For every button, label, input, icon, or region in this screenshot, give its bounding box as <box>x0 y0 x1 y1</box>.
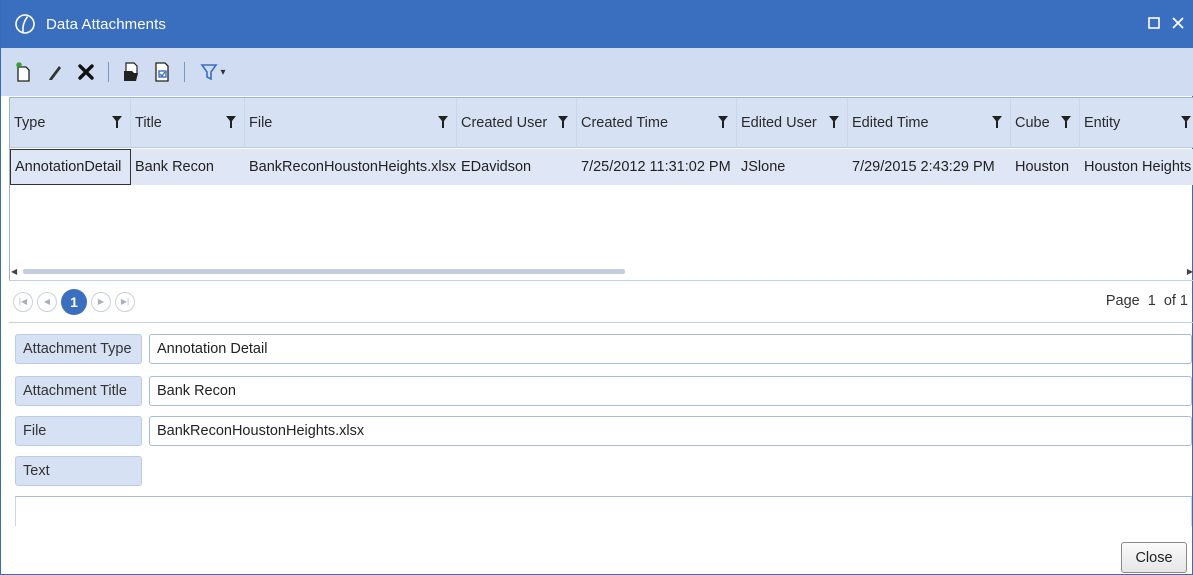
page-number: 1 <box>1147 293 1156 309</box>
current-page-button[interactable]: 1 <box>61 288 87 315</box>
last-page-icon[interactable]: ▶| <box>115 291 135 312</box>
page-label: Page <box>1105 293 1140 309</box>
scrollbar-thumb[interactable] <box>23 269 625 274</box>
divider <box>9 322 1193 323</box>
column-header-label: Entity <box>1084 115 1121 131</box>
column-filter-icon[interactable] <box>718 116 728 128</box>
pager: |◀ ◀ 1 ▶ ▶| Page 1 of 1 <box>9 280 1193 322</box>
file-field[interactable]: BankReconHoustonHeights.xlsx <box>149 416 1192 446</box>
close-icon[interactable] <box>1170 14 1186 32</box>
attachment-type-field[interactable]: Annotation Detail <box>149 334 1192 364</box>
text-area[interactable] <box>15 496 1192 526</box>
filter-icon[interactable]: ▾ <box>196 61 230 83</box>
column-filter-icon[interactable] <box>112 116 122 128</box>
column-header-label: Edited User <box>741 115 817 131</box>
column-header-cube[interactable]: Cube <box>1011 98 1080 148</box>
grid-header: Type Title File Created User Created Tim… <box>10 98 1193 148</box>
column-header-type[interactable]: Type <box>10 98 131 148</box>
column-header-label: Cube <box>1015 115 1050 131</box>
column-header-label: Edited Time <box>852 115 929 131</box>
column-filter-icon[interactable] <box>992 116 1002 128</box>
column-filter-icon[interactable] <box>829 116 839 128</box>
column-header-file[interactable]: File <box>245 98 457 148</box>
attachment-type-label: Attachment Type <box>15 334 142 364</box>
save-file-icon[interactable] <box>151 61 173 83</box>
onestream-logo-icon <box>13 12 37 36</box>
column-header-label: Created User <box>461 115 548 131</box>
table-row[interactable]: AnnotationDetail Bank Recon BankReconHou… <box>10 149 1193 185</box>
open-file-icon[interactable] <box>120 61 142 83</box>
window-title: Data Attachments <box>46 15 166 33</box>
column-header-label: Title <box>135 115 162 131</box>
column-header-label: File <box>249 115 273 131</box>
first-page-icon[interactable]: |◀ <box>13 291 33 312</box>
column-filter-icon[interactable] <box>1061 116 1071 128</box>
column-header-label: Created Time <box>581 115 669 131</box>
column-filter-icon[interactable] <box>558 116 568 128</box>
attachments-grid: Type Title File Created User Created Tim… <box>9 97 1193 280</box>
scroll-right-icon[interactable]: ▶ <box>1187 267 1193 276</box>
prev-page-icon[interactable]: ◀ <box>37 291 57 312</box>
new-icon[interactable] <box>13 61 35 83</box>
column-filter-icon[interactable] <box>438 116 448 128</box>
column-header-edited-user[interactable]: Edited User <box>737 98 848 148</box>
attachment-title-field[interactable]: Bank Recon <box>149 376 1192 406</box>
delete-icon[interactable] <box>75 61 97 83</box>
cell-title[interactable]: Bank Recon <box>131 149 245 185</box>
cell-edited-user[interactable]: JSlone <box>737 149 848 185</box>
column-header-edited-time[interactable]: Edited Time <box>848 98 1011 148</box>
toolbar: ▾ <box>1 48 1193 96</box>
attachment-title-label: Attachment Title <box>15 376 142 406</box>
column-header-title[interactable]: Title <box>131 98 245 148</box>
column-header-created-time[interactable]: Created Time <box>577 98 737 148</box>
maximize-icon[interactable] <box>1146 14 1162 32</box>
title-bar[interactable]: Data Attachments <box>1 0 1193 48</box>
toolbar-separator <box>184 62 185 82</box>
page-of-label: of 1 <box>1163 293 1188 309</box>
column-filter-icon[interactable] <box>226 116 236 128</box>
column-header-label: Type <box>14 115 46 131</box>
filter-dropdown-icon[interactable]: ▾ <box>220 67 225 78</box>
file-label: File <box>15 416 142 446</box>
column-header-entity[interactable]: Entity <box>1080 98 1193 148</box>
cell-type[interactable]: AnnotationDetail <box>10 149 131 185</box>
cell-created-time[interactable]: 7/25/2012 11:31:02 PM <box>577 149 737 185</box>
cell-created-user[interactable]: EDavidson <box>457 149 577 185</box>
horizontal-scrollbar[interactable]: ◀ ▶ <box>10 266 1193 278</box>
edit-icon[interactable] <box>44 61 66 83</box>
close-button[interactable]: Close <box>1121 542 1187 573</box>
data-attachments-window: Data Attachments ▾ Type Title File Creat… <box>0 0 1193 575</box>
next-page-icon[interactable]: ▶ <box>91 291 111 312</box>
scroll-left-icon[interactable]: ◀ <box>11 267 17 276</box>
cell-edited-time[interactable]: 7/29/2015 2:43:29 PM <box>848 149 1011 185</box>
text-label: Text <box>15 456 142 486</box>
toolbar-separator <box>108 62 109 82</box>
cell-file[interactable]: BankReconHoustonHeights.xlsx <box>245 149 457 185</box>
cell-cube[interactable]: Houston <box>1011 149 1080 185</box>
column-header-created-user[interactable]: Created User <box>457 98 577 148</box>
column-filter-icon[interactable] <box>1181 116 1191 128</box>
cell-entity[interactable]: Houston Heights <box>1080 149 1193 185</box>
page-info: Page 1 of 1 <box>1106 293 1188 309</box>
